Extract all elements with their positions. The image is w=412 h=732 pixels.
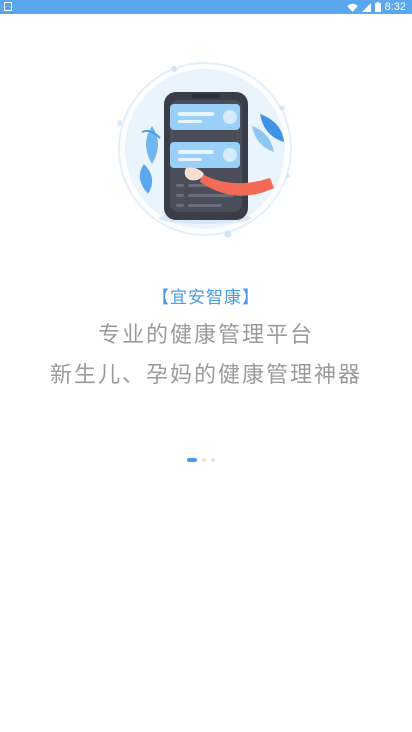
status-bar: 8:32: [0, 0, 412, 14]
wifi-icon: [346, 3, 358, 12]
notification-icon: [4, 2, 12, 11]
tagline-line-2: 新生儿、孕妈的健康管理神器: [49, 363, 362, 388]
signal-icon: [361, 2, 371, 12]
pager-dot-2[interactable]: [202, 457, 206, 462]
status-time: 8:32: [384, 1, 406, 13]
pager-dot-3[interactable]: [211, 457, 215, 462]
battery-icon: [374, 2, 381, 12]
pager-dot-1[interactable]: [187, 457, 197, 462]
tagline-line-1: 专业的健康管理平台: [97, 323, 314, 348]
page-indicator: [187, 457, 215, 462]
brand-title: 【宜安智康】: [152, 288, 260, 308]
status-right-group: 8:32: [346, 0, 406, 14]
phone-illustration: [117, 62, 292, 238]
